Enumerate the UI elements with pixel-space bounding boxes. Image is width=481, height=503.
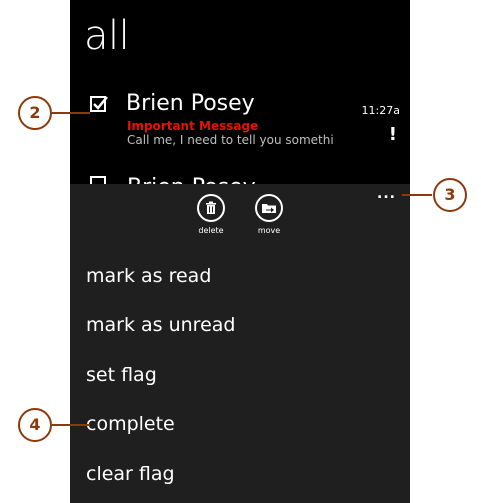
move-button[interactable]: move <box>239 194 299 235</box>
more-ellipsis-button[interactable]: ... <box>377 186 396 202</box>
message-time: 11:27a <box>361 104 400 117</box>
folder-move-icon <box>262 204 276 213</box>
appbar-menu: mark as read mark as unread set flag com… <box>70 252 410 499</box>
sender-name: Brien Posey <box>126 91 255 116</box>
menu-item-clear-flag[interactable]: clear flag <box>70 450 410 499</box>
mail-list-item[interactable]: Brien Posey Important Message Call me, I… <box>70 90 410 170</box>
callout-2: 2 <box>18 96 52 130</box>
select-checkbox-partial[interactable] <box>90 176 106 184</box>
move-label: move <box>257 226 281 235</box>
message-preview: Call me, I need to tell you somethi <box>127 133 334 147</box>
delete-button[interactable]: delete <box>181 194 241 235</box>
sender-name-partial: Brien Posey <box>127 176 256 184</box>
figure: all Brien Posey Important Message Call m… <box>0 0 481 503</box>
mail-list-item-partial[interactable]: Brien Posey <box>90 176 290 184</box>
menu-item-mark-as-unread[interactable]: mark as unread <box>70 301 410 350</box>
callout-2-leader <box>52 112 90 114</box>
menu-item-complete[interactable]: complete <box>70 400 410 449</box>
callout-4-leader <box>52 424 90 426</box>
checkmark-icon <box>93 96 108 110</box>
high-importance-icon: ! <box>388 124 397 145</box>
trash-icon <box>206 201 216 214</box>
phone-screen: all Brien Posey Important Message Call m… <box>70 0 410 503</box>
select-checkbox[interactable] <box>90 96 108 112</box>
callout-3-leader <box>402 194 432 196</box>
callout-3: 3 <box>433 178 467 212</box>
pivot-title[interactable]: all <box>84 14 130 58</box>
message-subject: Important Message <box>127 119 259 133</box>
menu-item-set-flag[interactable]: set flag <box>70 351 410 400</box>
callout-4: 4 <box>18 408 52 442</box>
application-bar: ... delete move mark as read mark as unr… <box>70 184 410 503</box>
menu-item-mark-as-read[interactable]: mark as read <box>70 252 410 301</box>
delete-label: delete <box>198 226 224 235</box>
